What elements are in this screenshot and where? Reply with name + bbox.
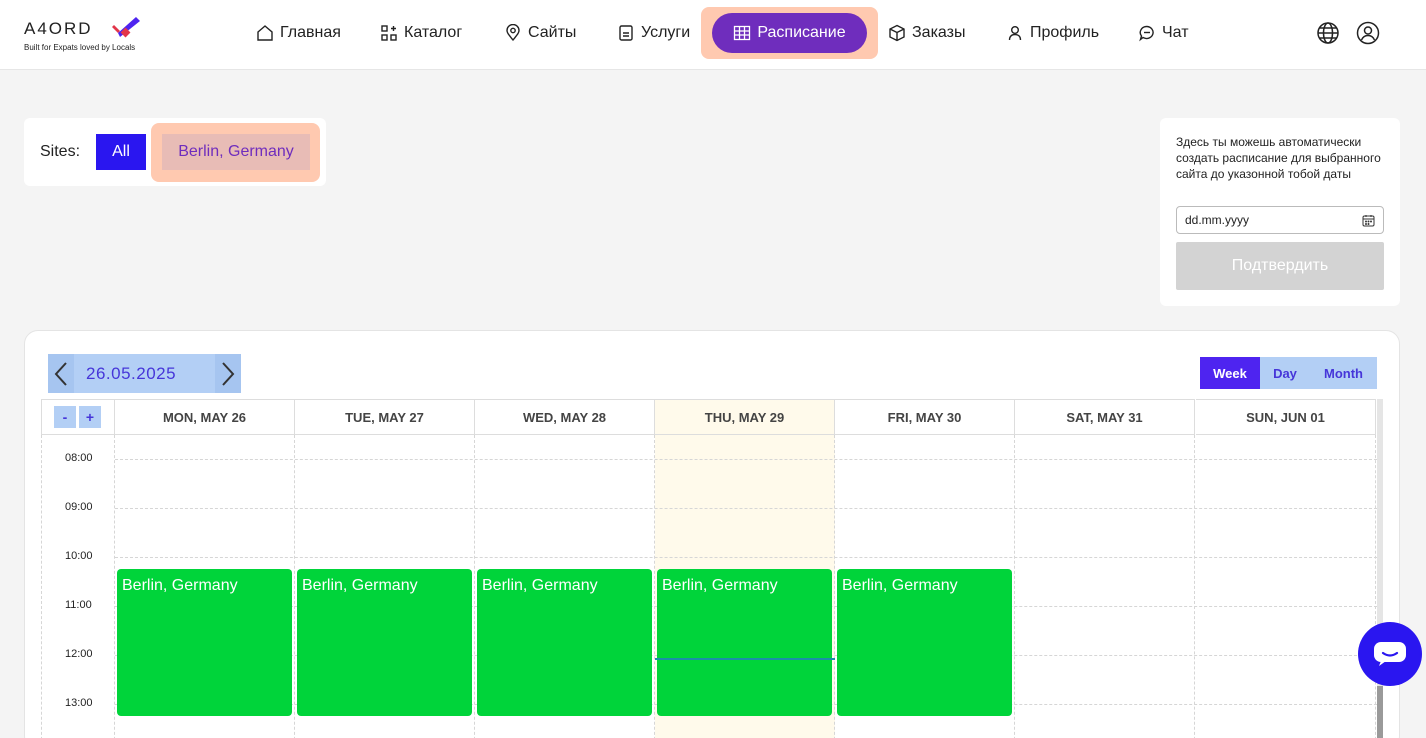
home-icon	[257, 25, 273, 41]
end-date-input[interactable]: dd.mm.yyyy	[1176, 206, 1384, 234]
nav-label: Главная	[280, 24, 341, 41]
day-header: SUN, JUN 01	[1196, 399, 1376, 435]
nav-label: Профиль	[1030, 24, 1100, 41]
nav-item-catalog[interactable]: Каталог	[380, 13, 462, 53]
zoom-out-button[interactable]: -	[54, 406, 76, 428]
tab-day[interactable]: Day	[1260, 357, 1310, 389]
nav-item-profile[interactable]: Профиль	[1006, 13, 1099, 53]
nav-label: Каталог	[404, 24, 463, 41]
nav-label: Расписание	[757, 24, 846, 41]
schedule-event[interactable]: Berlin, Germany	[117, 569, 292, 717]
zoom-controls: - +	[41, 399, 115, 435]
schedule-calendar: 26.05.2025 Week Day Month - + MON, MAY 2…	[24, 330, 1400, 738]
user-icon	[1008, 26, 1022, 41]
calendar-icon[interactable]	[1362, 214, 1375, 227]
nav-item-home[interactable]: Главная	[256, 13, 341, 53]
hour-gridline	[115, 459, 1377, 460]
view-switcher: Week Day Month	[1200, 357, 1377, 389]
chat-icon	[1374, 642, 1406, 666]
chevron-left-icon	[54, 361, 67, 386]
site-filter-all-button[interactable]: All	[96, 134, 146, 170]
schedule-event[interactable]: Berlin, Germany	[297, 569, 472, 717]
day-column[interactable]	[1015, 435, 1195, 738]
brand-name: A4ORD	[24, 19, 93, 38]
prev-week-button[interactable]	[48, 354, 74, 393]
site-filter-berlin-button[interactable]: Berlin, Germany	[162, 134, 310, 170]
schedule-event[interactable]: Berlin, Germany	[657, 569, 832, 717]
chevron-right-icon	[222, 361, 235, 386]
time-gutter	[41, 435, 115, 738]
nav-label: Услуги	[641, 24, 691, 41]
globe-icon[interactable]	[1316, 21, 1340, 45]
zoom-in-button[interactable]: +	[79, 406, 101, 428]
time-label: 12:00	[65, 648, 93, 660]
week-grid: - + MON, MAY 26 TUE, MAY 27 WED, MAY 28 THU…	[41, 399, 1378, 738]
day-header: WED, MAY 28	[475, 399, 655, 435]
nav-label: Заказы	[912, 24, 966, 41]
time-label: 08:00	[65, 452, 93, 464]
nav-label: Сайты	[528, 24, 577, 41]
current-date[interactable]: 26.05.2025	[86, 364, 176, 384]
day-header: FRI, MAY 30	[835, 399, 1015, 435]
sites-filter: Sites: All Berlin, Germany	[24, 118, 326, 186]
services-icon	[619, 25, 633, 41]
tab-month[interactable]: Month	[1310, 357, 1377, 389]
support-chat-button[interactable]	[1358, 622, 1422, 686]
day-header: MON, MAY 26	[115, 399, 295, 435]
nav-item-sites[interactable]: Сайты	[504, 13, 576, 53]
sites-label: Sites:	[40, 143, 81, 160]
logo-mark-icon	[112, 17, 140, 38]
box-icon	[889, 24, 905, 42]
brand-tagline: Built for Expats loved by Locals	[24, 43, 136, 52]
time-label: 10:00	[65, 550, 93, 562]
catalog-icon	[381, 25, 397, 41]
brand-logo[interactable]: A4ORD Built for Expats loved by Locals	[24, 15, 154, 55]
hour-gridline	[115, 557, 1377, 558]
nav-item-chat[interactable]: Чат	[1138, 13, 1189, 53]
nav-item-schedule[interactable]: Расписание	[712, 13, 867, 53]
nav-item-services[interactable]: Услуги	[617, 13, 690, 53]
day-column[interactable]	[1196, 435, 1376, 738]
location-pin-icon	[506, 24, 520, 42]
day-header: THU, MAY 29	[655, 399, 835, 435]
auto-schedule-panel: Здесь ты можешь автоматически создать ра…	[1160, 118, 1400, 306]
confirm-button[interactable]: Подтвердить	[1176, 242, 1384, 290]
nav-label: Чат	[1162, 24, 1189, 41]
current-time-indicator	[655, 658, 835, 661]
date-placeholder: dd.mm.yyyy	[1185, 213, 1250, 227]
chat-bubble-icon	[1139, 25, 1154, 42]
calendar-scrollbar-thumb[interactable]	[1377, 686, 1383, 738]
date-navigator: 26.05.2025	[48, 354, 241, 393]
schedule-event[interactable]: Berlin, Germany	[837, 569, 1012, 717]
tab-week[interactable]: Week	[1200, 357, 1260, 389]
time-label: 13:00	[65, 697, 93, 709]
top-nav-bar: A4ORD Built for Expats loved by Locals Г…	[0, 0, 1426, 70]
schedule-event[interactable]: Berlin, Germany	[477, 569, 652, 717]
account-circle-icon[interactable]	[1356, 21, 1380, 45]
day-header: TUE, MAY 27	[295, 399, 475, 435]
schedule-grid-icon	[734, 25, 751, 41]
hour-gridline	[115, 508, 1377, 509]
time-label: 11:00	[65, 599, 92, 611]
time-label: 09:00	[65, 501, 93, 513]
day-header: SAT, MAY 31	[1015, 399, 1195, 435]
nav-item-orders[interactable]: Заказы	[888, 13, 965, 53]
next-week-button[interactable]	[215, 354, 241, 393]
auto-schedule-description: Здесь ты можешь автоматически создать ра…	[1176, 135, 1381, 181]
